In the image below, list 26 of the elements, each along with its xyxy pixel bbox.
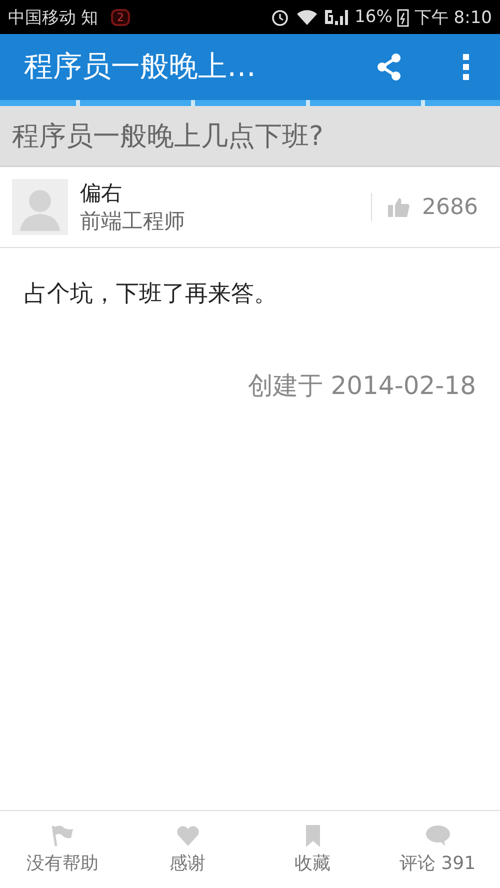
clock-time: 下午 8:10: [414, 6, 492, 28]
author-name[interactable]: 偏右: [80, 179, 359, 207]
wifi-icon: [294, 7, 319, 27]
thumbs-up-icon[interactable]: [388, 197, 410, 217]
vote-count: 2686: [422, 194, 478, 220]
alarm-icon: [270, 7, 290, 27]
author-title: 前端工程师: [80, 208, 186, 235]
heart-icon: [176, 824, 200, 846]
notification-badge: 2: [111, 8, 130, 26]
app-notification-label: 知: [81, 6, 98, 28]
created-date: 创建于 2014-02-18: [246, 370, 476, 402]
bookmark-icon: [304, 824, 320, 846]
answer-text: 占个坑，下班了再来答。: [24, 280, 278, 309]
carrier-name: 中国移动: [8, 6, 76, 28]
battery-percentage: 16%: [354, 7, 392, 27]
question-title: 程序员一般晚上几点下班?: [0, 106, 500, 167]
action-button[interactable]: 收藏: [250, 811, 375, 888]
battery-icon: [397, 7, 410, 27]
action-button[interactable]: 评论 391: [375, 811, 500, 888]
flag-icon: [50, 824, 74, 846]
page-title: 程序员一般晚上…: [24, 48, 257, 85]
action-button[interactable]: 没有帮助: [0, 811, 125, 888]
speech-bubble-icon: [424, 824, 450, 846]
more-menu-icon[interactable]: [462, 52, 470, 82]
action-button[interactable]: 感谢: [125, 811, 250, 888]
signal-icon: [324, 7, 350, 27]
